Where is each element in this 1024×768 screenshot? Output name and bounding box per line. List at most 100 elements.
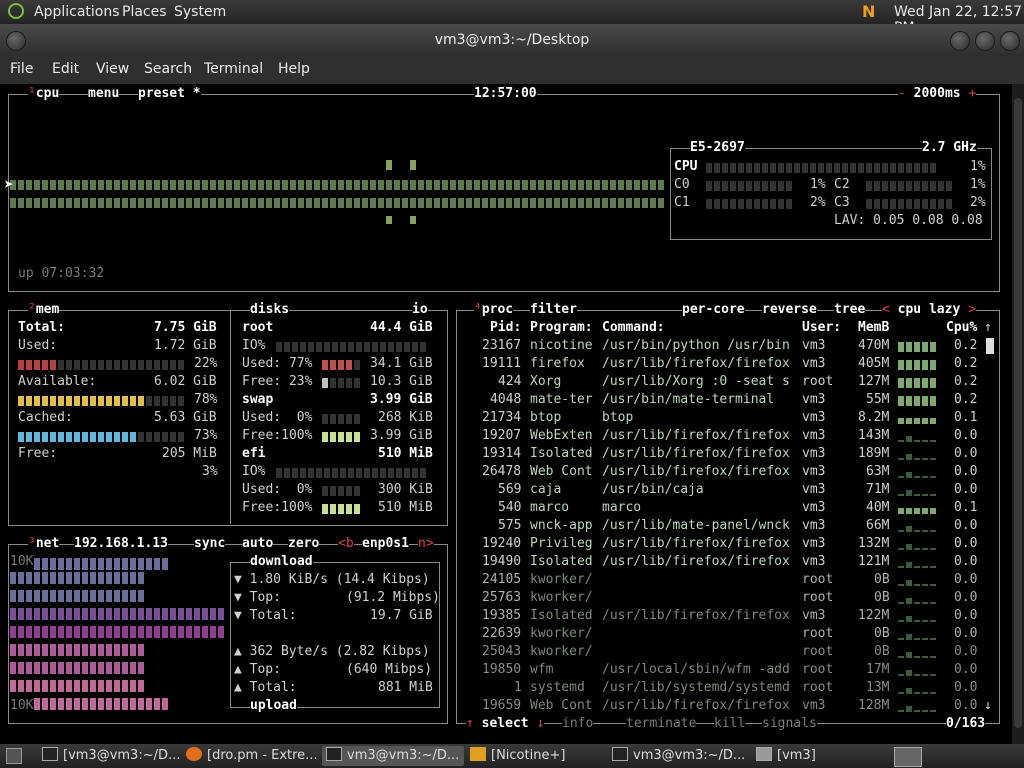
proc-cpu-graph-bar <box>898 508 904 514</box>
net-auto-toggle[interactable]: auto <box>242 535 274 553</box>
disk-root-used-meter <box>322 360 360 370</box>
proc-signals[interactable]: signals <box>762 715 817 733</box>
proc-mem: 40M <box>866 500 890 515</box>
proc-sort[interactable]: < cpu lazy > <box>882 301 976 319</box>
cpu-graph-cell <box>594 198 600 208</box>
task-folder[interactable]: [vm3] <box>752 746 876 766</box>
proc-program: caja <box>530 482 562 497</box>
window-titlebar[interactable]: vm3@vm3:~/Desktop <box>0 24 1024 56</box>
proc-header-command[interactable]: Command: <box>602 319 665 337</box>
net-graph <box>10 558 224 710</box>
proc-scroll-thumb[interactable] <box>986 338 994 354</box>
proc-scroll-down-icon[interactable]: ↓ <box>984 697 992 715</box>
net-tab[interactable]: ³net <box>28 535 60 553</box>
maximize-button[interactable] <box>975 31 995 51</box>
proc-info[interactable]: info <box>562 715 594 733</box>
menu-applications[interactable]: Applications <box>34 4 120 20</box>
meter-segment <box>898 163 904 173</box>
cpu-graph-cell <box>266 198 272 208</box>
proc-program: wfm <box>530 662 554 677</box>
disk-swap-free-pct: Free:100% <box>242 428 313 443</box>
net-graph-cell <box>58 558 64 570</box>
mate-logo-icon[interactable] <box>8 3 24 19</box>
meter-segment <box>354 432 360 442</box>
proc-per-core[interactable]: per-core <box>682 301 745 319</box>
meter-segment <box>794 163 800 173</box>
cpu-graph-cell <box>482 198 488 208</box>
show-desktop-icon[interactable] <box>6 748 22 764</box>
menu-search[interactable]: Search <box>144 61 192 77</box>
proc-mem: 0B <box>874 626 890 641</box>
task-terminal-3[interactable]: vm3@vm3:~/D... <box>608 746 752 766</box>
terminal-menubar: File Edit View Search Terminal Help <box>0 56 1024 84</box>
proc-header-pid[interactable]: Pid: <box>490 319 521 337</box>
cpu-graph-cell <box>386 180 392 190</box>
net-graph-cell <box>130 698 136 710</box>
proc-select[interactable]: ↑ select ↓ <box>466 715 545 733</box>
meter-segment <box>914 163 920 173</box>
proc-header-user[interactable]: User: <box>802 319 841 337</box>
proc-cpu-graph-bar <box>930 378 936 388</box>
io-tab[interactable]: io <box>412 301 428 319</box>
cpu-graph-cell <box>498 198 504 208</box>
menu-places[interactable]: Places <box>122 4 167 20</box>
workspace-switcher[interactable] <box>894 747 922 767</box>
net-graph-cell <box>138 626 144 638</box>
task-terminal-2[interactable]: vm3@vm3:~/D... <box>322 746 464 766</box>
proc-tree[interactable]: tree <box>834 301 866 319</box>
proc-count: 0/163 <box>946 715 986 733</box>
terminal-scrollbar-thumb[interactable] <box>1014 98 1022 728</box>
meter-segment <box>874 199 880 209</box>
proc-program: firefox <box>530 356 585 371</box>
cpu-graph-cell <box>410 198 416 208</box>
proc-kill[interactable]: kill <box>714 715 746 733</box>
net-next-iface[interactable]: n> <box>418 535 434 553</box>
proc-terminate[interactable]: terminate <box>626 715 697 733</box>
menu-view[interactable]: View <box>96 61 129 77</box>
proc-cpu-graph-bar <box>930 476 936 478</box>
proc-header-cpu[interactable]: Cpu% <box>946 319 977 337</box>
menu-help[interactable]: Help <box>278 61 310 77</box>
proc-reverse[interactable]: reverse <box>762 301 817 319</box>
proc-tab[interactable]: ⁴proc <box>474 301 514 319</box>
terminal-area[interactable]: ¹cpu menu preset * 12:57:00 - 2000ms + u… <box>0 84 1012 744</box>
proc-scroll-up-icon[interactable]: ↑ <box>984 319 992 337</box>
mem-tab[interactable]: ²mem <box>28 301 60 319</box>
cpu-graph-cell <box>282 198 288 208</box>
mem-cached-label: Cached: <box>18 410 73 425</box>
menu-file[interactable]: File <box>10 61 33 77</box>
menu-edit[interactable]: Edit <box>52 61 79 77</box>
disks-tab[interactable]: disks <box>250 301 290 319</box>
proc-header-program[interactable]: Program: <box>530 319 593 337</box>
task-firefox[interactable]: [dro.pm - Extre... <box>182 746 322 766</box>
net-graph-cell <box>42 608 48 620</box>
menu-terminal[interactable]: Terminal <box>204 61 263 77</box>
terminal-scrollbar[interactable] <box>1012 84 1024 744</box>
close-button[interactable] <box>1000 31 1020 51</box>
proc-header-mem[interactable]: MemB <box>858 319 889 337</box>
proc-cpu-graph-bar <box>906 580 912 586</box>
proc-cpu-graph-bar <box>898 602 904 604</box>
meter-segment <box>162 360 168 370</box>
task-nicotine[interactable]: [Nicotine+] <box>466 746 604 766</box>
proc-program: kworker/ <box>530 572 593 587</box>
net-sync-toggle[interactable]: sync <box>194 535 226 553</box>
cpu-graph-cell <box>130 180 136 190</box>
interval-control[interactable]: - 2000ms + <box>898 85 977 103</box>
task-terminal-1[interactable]: [vm3@vm3:~/D... <box>38 746 182 766</box>
net-prev-iface[interactable]: <b <box>338 535 354 553</box>
net-graph-cell <box>18 608 24 620</box>
proc-mem: 55M <box>866 392 890 407</box>
minimize-button[interactable] <box>950 31 970 51</box>
menu-tab[interactable]: menu <box>88 85 120 103</box>
menu-system[interactable]: System <box>174 4 226 20</box>
net-graph-cell <box>146 626 152 638</box>
nicotine-tray-icon[interactable]: N <box>862 2 875 21</box>
preset-tab[interactable]: preset * <box>138 85 201 103</box>
cpu-tab[interactable]: ¹cpu <box>28 85 60 103</box>
disk-root-io-label: IO% <box>242 338 266 353</box>
net-zero-toggle[interactable]: zero <box>288 535 320 553</box>
proc-filter[interactable]: filter <box>530 301 577 319</box>
cpu-graph-cell <box>282 180 288 190</box>
meter-segment <box>98 432 104 442</box>
